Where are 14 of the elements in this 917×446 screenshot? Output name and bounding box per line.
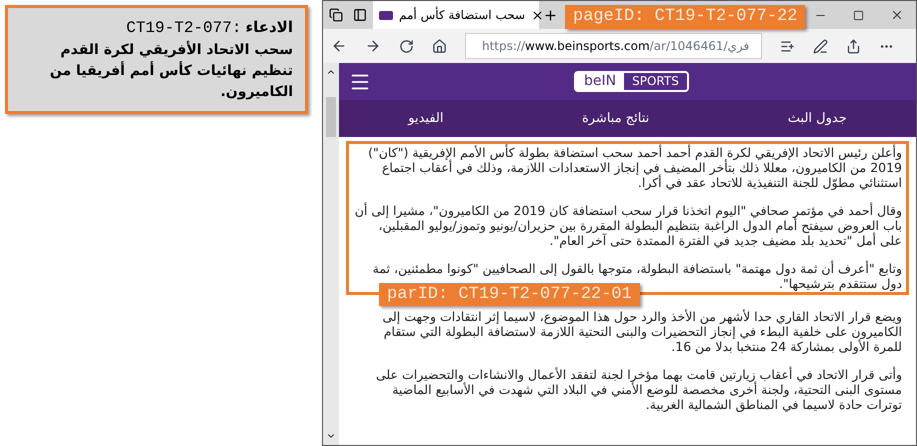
page-id-tag: pageID: CT19-T2-077-22 [565,5,806,29]
claim-label: الادعاء [245,17,293,38]
tab-title: سحب استضافة كأس أمم [399,6,526,24]
browser-tab[interactable]: سحب استضافة كأس أمم [373,1,539,29]
article-paragraph: وقال أحمد في مؤتمر صحافي "اليوم اتخذنا قرار سحب استضافة كان 2019 من الكاميرون"، مشيرا إلى أن باب العروض سيفتح أمام الدول الراغبة بتنظيم البطولة المقررة بين حزيران/يونيو وتموز/يوليو المقبلين، على أمل "تحديد بلد مضيف جديد في الفترة الممتدة حتى آخر العام". [354,203,902,248]
nav-link[interactable]: جدول البث [788,108,847,128]
article-paragraph: وأعلن رئيس الاتحاد الإفريقي لكرة القدم أحمد أحمد سحب استضافة بطولة كأس الأمم الإفريقية ("كان") 2019 من الكاميرون، معللا ذلك بتأخر المضيف في إنجاز الاستعدادات اللازمة، وذلك في أعقاب اجتماع استثنائي مطوّل للجنة التنفيذية للاتحاد عقد في أكرا. [367,145,902,190]
nav-link[interactable]: الفيديو [408,108,444,128]
claim-id: CT19-T2-077: [126,18,242,39]
nav-link[interactable]: نتائج مباشرة [582,108,650,128]
article-paragraph: وأتى قرار الاتحاد في أعقاب زيارتين قامت بهما مؤخرا لجنة لتفقد الأعمال والانشاءات والتحضيرات على مستوى البنى التحتية، ولجنة أخرى مخصصة للوضع الأمني في البلاد التي شهدت في الأسابيع الماضية توترات حادة لاسيما في المناطق الشمالية الغربية. [374,367,902,412]
claim-text: سحب الاتحاد الأفريقي لكرة القدم تنظيم نهائيات كأس أمم أفريقيا من الكاميرون. [48,40,293,102]
site-logo[interactable]: beIN SPORTS [574,71,689,92]
article-paragraph: ويضع قرار الاتحاد القاري حدا لأشهر من الأخذ والرد حول هذا الموضوع، لاسيما إثر انتقادات وجهت إلى الكاميرون على خلفية البطء في إنجاز التحضيرات والبنى التحتية اللازمة لاستضافة البطولة التي ستقام للمرة الأولى بمشاركة 24 منتخبا بدلا من 16. [382,309,902,354]
